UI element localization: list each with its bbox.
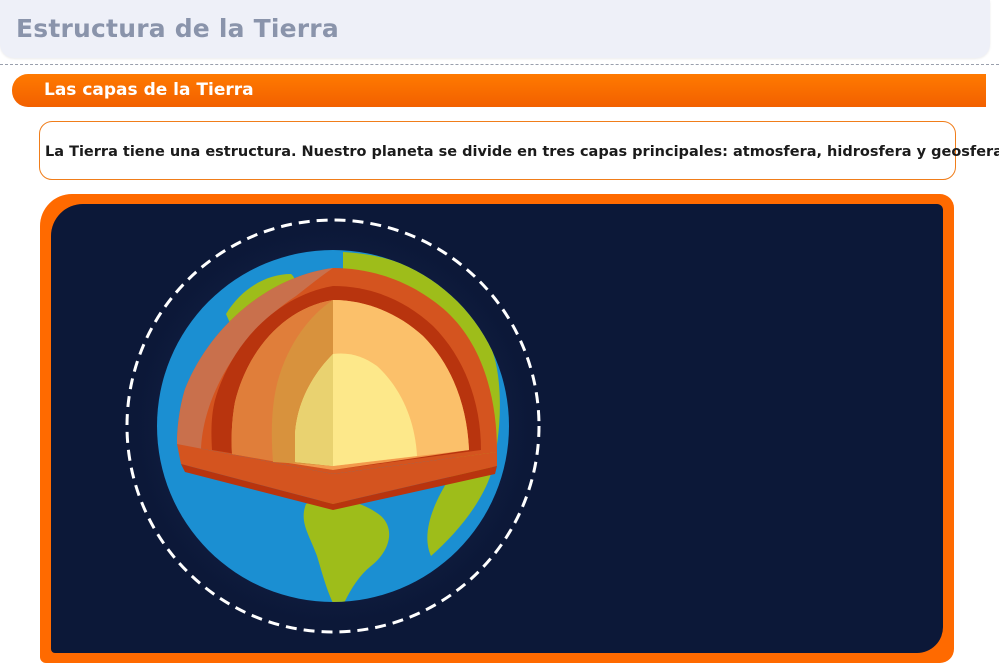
intro-box: La Tierra tiene una estructura. Nuestro …	[39, 121, 999, 180]
section-title: Las capas de la Tierra	[44, 80, 254, 100]
earth-illustration	[125, 218, 541, 634]
page-header: Estructura de la Tierra	[0, 0, 990, 58]
header-divider	[0, 64, 999, 65]
section-banner: Las capas de la Tierra	[12, 74, 986, 107]
illustration-frame	[40, 194, 954, 663]
illustration-panel	[51, 204, 943, 653]
page-title: Estructura de la Tierra	[16, 14, 339, 43]
intro-text: La Tierra tiene una estructura. Nuestro …	[45, 144, 999, 160]
